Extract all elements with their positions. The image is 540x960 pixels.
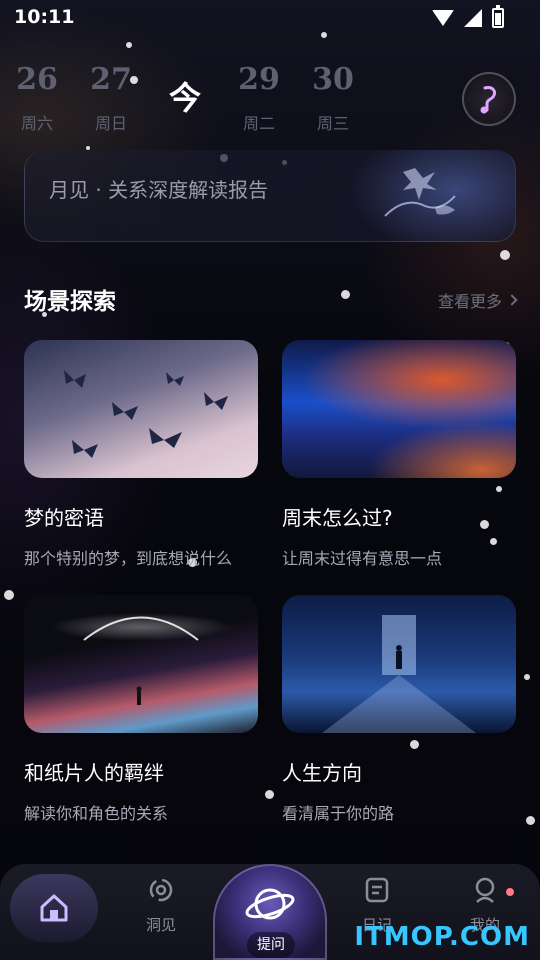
battery-charging-icon — [492, 5, 504, 28]
report-artwork — [384, 168, 456, 217]
date-weekday: 周二 — [242, 114, 275, 133]
diary-icon — [365, 877, 389, 903]
date-item-today[interactable]: 今 — [155, 78, 215, 128]
corridor-art — [322, 615, 476, 733]
status-bar: 10:11 — [0, 0, 540, 36]
planet-chat-icon — [245, 888, 295, 920]
scene-title: 周末怎么过? — [282, 506, 393, 530]
status-time: 10:11 — [14, 6, 75, 28]
date-number: 30 — [312, 62, 354, 97]
scene-image-gradient — [282, 340, 516, 478]
moon-profile-button[interactable] — [462, 72, 516, 126]
star-dot — [126, 42, 132, 48]
scene-subtitle: 那个特别的梦，到底想说什么 — [24, 549, 233, 568]
date-item[interactable]: 29 周二 — [229, 60, 289, 134]
star-dot — [526, 816, 535, 825]
report-card[interactable]: 月见 · 关系深度解读报告 — [24, 150, 516, 242]
chevron-right-icon — [506, 294, 518, 306]
scene-subtitle: 看清属于你的路 — [282, 804, 395, 823]
date-weekday: 周日 — [94, 114, 127, 133]
scene-card-dream[interactable]: 梦的密语 那个特别的梦，到底想说什么 — [24, 340, 258, 569]
home-icon — [40, 894, 68, 922]
signal-icon — [464, 9, 482, 27]
star-dot — [341, 290, 350, 299]
scene-image-butterflies — [24, 340, 258, 478]
scene-image-light-tunnel — [24, 595, 258, 733]
date-weekday: 周三 — [316, 114, 349, 133]
scene-card-bond[interactable]: 和纸片人的羁绊 解读你和角色的关系 — [24, 595, 258, 824]
status-icons — [432, 5, 504, 28]
swirl-icon — [149, 878, 173, 902]
nav-home[interactable] — [10, 874, 98, 942]
see-more-link[interactable]: 查看更多 — [437, 288, 518, 312]
scene-subtitle: 让周末过得有意思一点 — [282, 549, 443, 568]
nav-label: 提问 — [247, 932, 295, 958]
bottom-nav: 洞见 提问 日记 我的 ITMOP.COM — [0, 864, 540, 960]
date-number: 26 — [16, 62, 58, 97]
date-number: 27 — [90, 62, 132, 97]
scene-title: 梦的密语 — [24, 506, 104, 530]
nav-insight[interactable]: 洞见 — [121, 876, 201, 935]
notification-badge — [506, 888, 514, 896]
date-strip: 26 周六 27 周日 今 29 周二 30 周三 — [0, 60, 540, 150]
profile-icon — [475, 877, 495, 903]
star-dot — [265, 790, 274, 799]
star-dot — [524, 674, 530, 680]
date-item[interactable]: 26 周六 — [7, 60, 67, 134]
date-number: 29 — [238, 62, 280, 97]
scene-image-corridor — [282, 595, 516, 733]
date-item[interactable]: 30 周三 — [303, 60, 363, 134]
nav-label: 洞见 — [145, 916, 176, 934]
moon-note-icon — [480, 86, 497, 114]
star-dot — [500, 250, 510, 260]
see-more-label: 查看更多 — [437, 292, 502, 311]
report-title: 月见 · 关系深度解读报告 — [49, 178, 269, 202]
date-number: 今 — [168, 79, 201, 117]
date-item[interactable]: 27 周日 — [81, 60, 141, 134]
wifi-icon — [432, 10, 454, 26]
star-dot — [4, 590, 14, 600]
nav-ask-button[interactable]: 提问 — [213, 864, 327, 960]
eclipse-art — [83, 616, 199, 705]
watermark-logo: ITMOP.COM — [354, 922, 530, 952]
butterflies-art — [64, 370, 228, 458]
date-weekday: 周六 — [20, 114, 53, 133]
scene-card-life[interactable]: 人生方向 看清属于你的路 — [282, 595, 516, 824]
scene-subtitle: 解读你和角色的关系 — [24, 804, 169, 823]
scene-title: 人生方向 — [282, 761, 362, 785]
section-title: 场景探索 — [24, 289, 116, 315]
scene-title: 和纸片人的羁绊 — [24, 761, 164, 785]
scene-card-weekend[interactable]: 周末怎么过? 让周末过得有意思一点 — [282, 340, 516, 569]
